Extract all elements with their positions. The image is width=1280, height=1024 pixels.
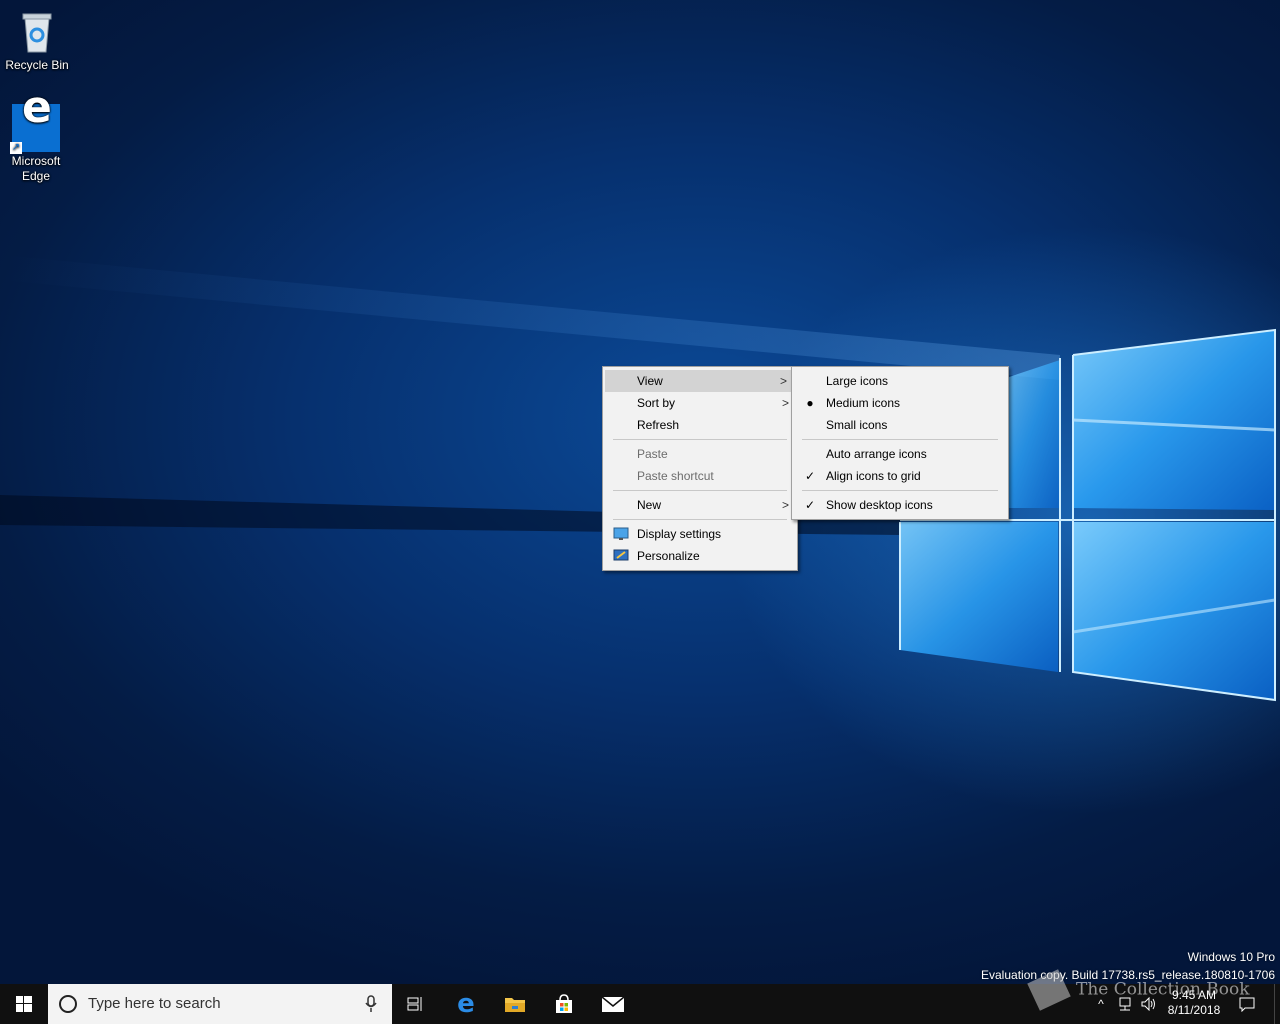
taskbar-mail-button[interactable] xyxy=(589,984,637,1024)
overlay-logo-text: The Collection Book xyxy=(1076,979,1250,1000)
store-icon xyxy=(556,994,572,1013)
desktop-icon-label: Microsoft Edge xyxy=(11,154,61,183)
mail-icon xyxy=(601,996,625,1012)
radio-bullet-icon: ● xyxy=(806,396,814,410)
clock-date: 8/11/2018 xyxy=(1167,1003,1221,1017)
menu-item-label: Personalize xyxy=(637,549,700,563)
menu-item-label: Paste xyxy=(637,447,668,461)
menu-item-label: Refresh xyxy=(637,418,680,432)
display-settings-icon xyxy=(613,527,629,540)
menu-item-paste-shortcut: Paste shortcut xyxy=(603,465,797,487)
personalize-icon xyxy=(613,549,629,561)
menu-item-label: Auto arrange icons xyxy=(826,447,927,461)
menu-item-refresh[interactable]: Refresh xyxy=(603,414,797,436)
checkmark-icon: ✓ xyxy=(804,498,816,512)
taskbar-search-box[interactable]: Type here to search xyxy=(48,984,392,1024)
checkmark-icon: ✓ xyxy=(804,469,816,483)
chevron-right-icon: > xyxy=(781,498,789,512)
menu-item-label: Display settings xyxy=(637,527,722,541)
desktop-context-menu: View > Sort by > Refresh Paste Paste sho… xyxy=(602,366,798,571)
menu-item-label: Align icons to grid xyxy=(826,469,921,483)
edge-icon: e ↗ xyxy=(10,86,60,154)
menu-item-large-icons[interactable]: Large icons xyxy=(792,370,1008,392)
shortcut-arrow-icon: ↗ xyxy=(10,142,22,154)
windows-start-icon xyxy=(16,996,32,1012)
menu-item-sort-by[interactable]: Sort by > xyxy=(603,392,797,414)
cortana-icon xyxy=(59,995,77,1013)
desktop-icon-recycle-bin[interactable]: Recycle Bin xyxy=(2,8,72,73)
menu-item-display-settings[interactable]: Display settings xyxy=(603,523,797,545)
menu-item-label: Paste shortcut xyxy=(637,469,714,483)
menu-item-label: Sort by xyxy=(637,396,676,410)
menu-item-label: Show desktop icons xyxy=(826,498,933,512)
taskbar-file-explorer-button[interactable] xyxy=(491,984,539,1024)
menu-item-align-icons-to-grid[interactable]: ✓ Align icons to grid xyxy=(792,465,1008,487)
menu-separator xyxy=(613,519,787,520)
menu-item-auto-arrange-icons[interactable]: Auto arrange icons xyxy=(792,443,1008,465)
menu-item-small-icons[interactable]: Small icons xyxy=(792,414,1008,436)
recycle-bin-icon xyxy=(13,8,61,56)
task-view-button[interactable] xyxy=(392,984,440,1024)
menu-item-personalize[interactable]: Personalize xyxy=(603,545,797,567)
book-icon xyxy=(1027,969,1071,1011)
menu-separator xyxy=(613,490,787,491)
edition-watermark: Windows 10 Pro xyxy=(1187,950,1275,964)
desktop-icon-label: Recycle Bin xyxy=(5,58,69,72)
desktop-icon-microsoft-edge[interactable]: e ↗ Microsoft Edge xyxy=(1,86,71,184)
menu-separator xyxy=(802,439,998,440)
chevron-right-icon: > xyxy=(779,374,787,388)
taskbar-store-button[interactable] xyxy=(540,984,588,1024)
menu-item-label: View xyxy=(637,374,663,388)
menu-item-show-desktop-icons[interactable]: ✓ Show desktop icons xyxy=(792,494,1008,516)
taskbar-edge-button[interactable]: e xyxy=(442,984,490,1024)
show-desktop-button[interactable] xyxy=(1274,984,1280,1024)
overlay-logo: The Collection Book xyxy=(1027,969,1250,1011)
menu-separator xyxy=(802,490,998,491)
menu-item-paste: Paste xyxy=(603,443,797,465)
menu-item-medium-icons[interactable]: ● Medium icons xyxy=(792,392,1008,414)
search-placeholder: Type here to search xyxy=(88,995,221,1012)
menu-item-label: New xyxy=(637,498,662,512)
menu-item-label: Medium icons xyxy=(826,396,901,410)
menu-item-new[interactable]: New > xyxy=(603,494,797,516)
edge-icon: e xyxy=(457,989,475,1019)
start-button[interactable] xyxy=(0,984,48,1024)
menu-item-label: Large icons xyxy=(826,374,889,388)
task-view-icon xyxy=(407,997,422,1011)
menu-item-label: Small icons xyxy=(826,418,888,432)
chevron-right-icon: > xyxy=(781,396,789,410)
microphone-icon[interactable] xyxy=(364,995,378,1013)
menu-separator xyxy=(613,439,787,440)
view-submenu: Large icons ● Medium icons Small icons A… xyxy=(791,366,1009,520)
menu-item-view[interactable]: View > xyxy=(605,370,795,392)
file-explorer-icon xyxy=(505,998,525,1012)
